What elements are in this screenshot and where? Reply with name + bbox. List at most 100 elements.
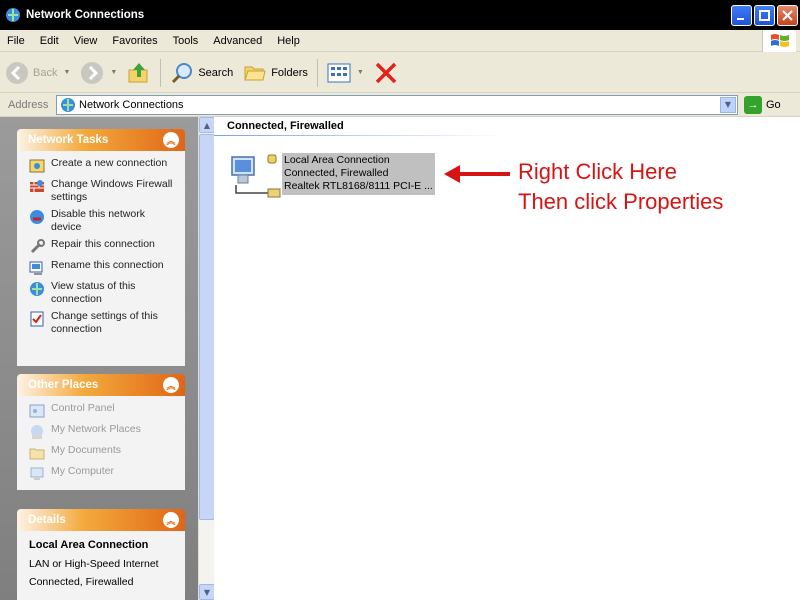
details-connection-name: Local Area Connection — [29, 539, 149, 551]
other-places-body: Control Panel My Network Places My Docum… — [17, 396, 185, 490]
chevron-down-icon: ▼ — [203, 587, 211, 597]
address-dropdown-button[interactable]: ▼ — [720, 96, 736, 113]
network-tasks-body: Create a new connection Change Windows F… — [17, 151, 185, 366]
back-label: Back — [33, 66, 58, 79]
firewall-icon — [30, 180, 44, 192]
title-bar: Network Connections — [0, 0, 800, 30]
address-bar: Address Network Connections ▼ → Go — [0, 93, 800, 117]
task-firewall-settings[interactable]: Change Windows Firewall settings — [29, 178, 177, 204]
menu-bar: File Edit View Favorites Tools Advanced … — [0, 30, 800, 52]
task-pane: Network Tasks ︽ Create a new connection … — [0, 117, 198, 600]
details-header[interactable]: Details ︽ — [17, 509, 185, 531]
views-dropdown-icon[interactable]: ▼ — [357, 69, 364, 76]
control-panel-icon — [29, 404, 45, 418]
network-places-icon — [31, 425, 43, 439]
documents-folder-icon — [29, 448, 45, 460]
maximize-icon — [759, 10, 770, 21]
settings-icon — [30, 311, 44, 327]
forward-button[interactable]: ▼ — [75, 56, 122, 90]
window-title: Network Connections — [26, 9, 145, 21]
up-folder-icon — [128, 62, 148, 82]
connection-status: Connected, Firewalled — [284, 167, 389, 179]
task-disable-device[interactable]: Disable this network device — [29, 208, 177, 234]
other-places-header[interactable]: Other Places ︽ — [17, 374, 185, 396]
delete-x-icon — [375, 62, 397, 83]
task-change-settings[interactable]: Change settings of this connection — [29, 310, 177, 336]
address-label: Address — [8, 98, 49, 111]
close-button[interactable] — [777, 5, 798, 26]
scroll-thumb[interactable] — [199, 134, 215, 520]
back-button[interactable]: Back ▼ — [0, 56, 75, 90]
collapse-chevron-icon[interactable]: ︽ — [163, 377, 179, 393]
up-folder-button[interactable] — [122, 56, 156, 90]
search-button[interactable]: Search — [165, 56, 238, 90]
folders-label: Folders — [271, 66, 308, 79]
annotation-line-1: Right Click Here — [518, 159, 677, 184]
toolbar-separator — [160, 58, 162, 87]
connection-device: Realtek RTL8168/8111 PCI-E ... — [284, 180, 433, 192]
forward-arrow-icon — [81, 61, 104, 84]
task-pane-scrollbar[interactable]: ▲ ▼ — [198, 117, 215, 600]
delete-button[interactable] — [369, 56, 403, 90]
scroll-up-button[interactable]: ▲ — [199, 117, 215, 133]
menu-help[interactable]: Help — [270, 35, 308, 47]
search-label: Search — [198, 66, 234, 79]
collapse-chevron-icon[interactable]: ︽ — [163, 512, 179, 528]
network-connections-icon — [6, 8, 20, 22]
connections-list-pane: Connected, Firewalled Local Area Connect… — [214, 117, 800, 600]
minimize-button[interactable] — [731, 5, 752, 26]
menu-advanced[interactable]: Advanced — [206, 35, 270, 47]
go-button[interactable]: → Go — [744, 95, 781, 114]
menu-tools[interactable]: Tools — [166, 35, 207, 47]
status-icon — [30, 282, 44, 296]
new-connection-icon — [29, 159, 45, 173]
toolbar: Back ▼ ▼ Search Folders ▼ — [0, 53, 800, 93]
toolbar-separator — [316, 58, 318, 87]
details-connection-type: LAN or High-Speed Internet — [29, 558, 159, 570]
windows-logo — [762, 30, 796, 52]
menu-edit[interactable]: Edit — [33, 35, 67, 47]
repair-icon — [30, 239, 45, 254]
collapse-chevron-icon[interactable]: ︽ — [163, 132, 179, 148]
place-control-panel[interactable]: Control Panel — [29, 402, 177, 419]
go-arrow-icon: → — [744, 95, 762, 114]
forward-dropdown-icon[interactable]: ▼ — [110, 69, 117, 76]
chevron-down-icon: ▼ — [724, 100, 732, 109]
folders-icon — [244, 66, 266, 80]
address-input[interactable]: Network Connections ▼ — [56, 94, 738, 115]
menu-view[interactable]: View — [67, 35, 106, 47]
place-my-documents[interactable]: My Documents — [29, 444, 177, 461]
connection-label-block: Local Area Connection Connected, Firewal… — [282, 153, 435, 195]
scroll-down-button[interactable]: ▼ — [199, 584, 215, 600]
network-tasks-header[interactable]: Network Tasks ︽ — [17, 129, 185, 151]
annotation-line-2: Then click Properties — [518, 189, 724, 214]
address-value: Network Connections — [79, 98, 184, 111]
folders-button[interactable]: Folders — [238, 56, 313, 90]
minimize-icon — [737, 18, 744, 20]
local-area-connection-item[interactable]: Local Area Connection Connected, Firewal… — [228, 153, 435, 199]
lan-connection-icon — [231, 154, 281, 198]
place-network-places[interactable]: My Network Places — [29, 423, 177, 440]
menu-file[interactable]: File — [0, 35, 33, 47]
close-icon — [782, 10, 793, 21]
task-rename-connection[interactable]: Rename this connection — [29, 259, 177, 276]
details-body: Local Area Connection LAN or High-Speed … — [17, 531, 185, 600]
menu-favorites[interactable]: Favorites — [105, 35, 165, 47]
task-view-status[interactable]: View status of this connection — [29, 280, 177, 306]
group-header: Connected, Firewalled — [227, 120, 344, 132]
details-panel: Details ︽ Local Area Connection LAN or H… — [17, 509, 185, 600]
windows-flag-icon — [770, 34, 789, 47]
disable-network-icon — [30, 210, 44, 224]
chevron-up-icon: ▲ — [203, 120, 211, 130]
other-places-title: Other Places — [28, 379, 99, 391]
task-repair-connection[interactable]: Repair this connection — [29, 238, 177, 255]
rename-icon — [29, 261, 43, 275]
network-connections-icon — [61, 97, 75, 112]
views-button[interactable]: ▼ — [322, 56, 369, 90]
back-dropdown-icon[interactable]: ▼ — [63, 69, 70, 76]
task-create-connection[interactable]: Create a new connection — [29, 157, 177, 174]
computer-icon — [30, 467, 44, 480]
other-places-panel: Other Places ︽ Control Panel My Network … — [17, 374, 185, 490]
place-my-computer[interactable]: My Computer — [29, 465, 177, 482]
maximize-button[interactable] — [754, 5, 775, 26]
